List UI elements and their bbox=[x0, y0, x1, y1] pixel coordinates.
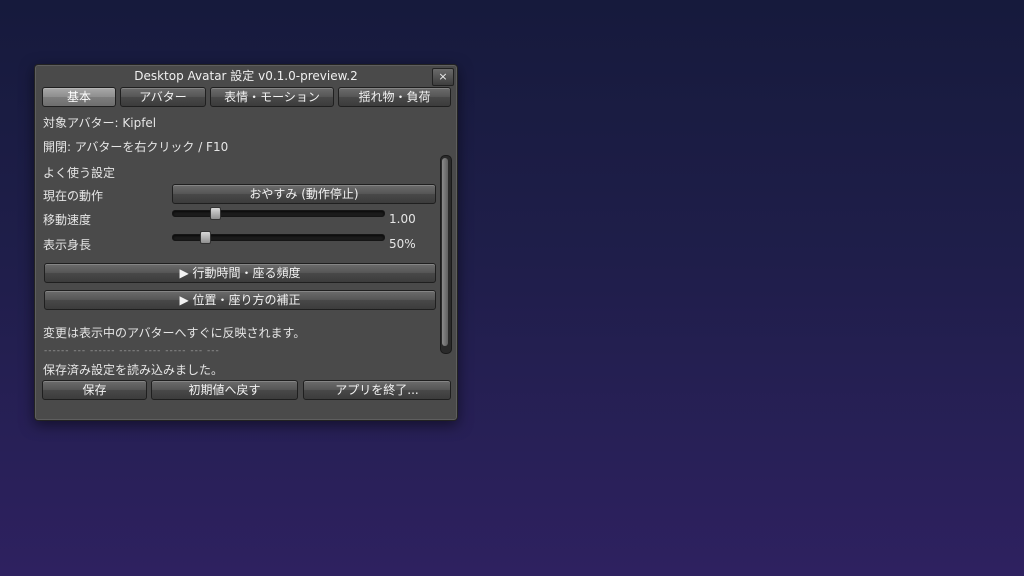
frequent-settings-heading: よく使う設定 bbox=[43, 166, 116, 180]
quit-app-button[interactable]: アプリを終了... bbox=[303, 380, 451, 400]
settings-window: Desktop Avatar 設定 v0.1.0-preview.2 × 基本 … bbox=[34, 64, 458, 421]
open-close-hint: 開閉: アバターを右クリック / F10 bbox=[43, 140, 229, 154]
display-height-slider[interactable] bbox=[172, 231, 385, 244]
tab-basic[interactable]: 基本 bbox=[42, 87, 116, 107]
display-height-slider-handle[interactable] bbox=[199, 231, 211, 244]
window-title: Desktop Avatar 設定 v0.1.0-preview.2 bbox=[134, 69, 358, 83]
reflect-note: 変更は表示中のアバターへすぐに反映されます。 bbox=[43, 326, 306, 340]
display-height-value: 50% bbox=[389, 237, 416, 251]
settings-scrollbar[interactable] bbox=[440, 155, 452, 354]
reset-defaults-button[interactable]: 初期値へ戻す bbox=[151, 380, 298, 400]
display-height-label: 表示身長 bbox=[43, 238, 92, 252]
tab-avatar[interactable]: アバター bbox=[120, 87, 206, 107]
move-speed-label: 移動速度 bbox=[43, 213, 92, 227]
position-fix-section-toggle[interactable]: ▶ 位置・座り方の補正 bbox=[44, 290, 436, 310]
close-button[interactable]: × bbox=[432, 68, 454, 86]
divider-dashes: ------ --- ------ ----- ---- ----- --- -… bbox=[44, 346, 220, 356]
move-speed-slider-handle[interactable] bbox=[210, 207, 222, 220]
save-button[interactable]: 保存 bbox=[42, 380, 147, 400]
action-time-section-toggle[interactable]: ▶ 行動時間・座る頻度 bbox=[44, 263, 436, 283]
tab-expression-motion[interactable]: 表情・モーション bbox=[210, 87, 334, 107]
settings-scrollbar-thumb[interactable] bbox=[442, 158, 448, 346]
current-action-label: 現在の動作 bbox=[43, 189, 104, 203]
current-action-button[interactable]: おやすみ (動作停止) bbox=[172, 184, 436, 204]
tab-physics-load[interactable]: 揺れ物・負荷 bbox=[338, 87, 451, 107]
status-message: 保存済み設定を読み込みました。 bbox=[43, 363, 224, 377]
target-avatar-text: 対象アバター: Kipfel bbox=[43, 116, 157, 130]
move-speed-slider[interactable] bbox=[172, 207, 385, 220]
move-speed-value: 1.00 bbox=[389, 212, 416, 226]
